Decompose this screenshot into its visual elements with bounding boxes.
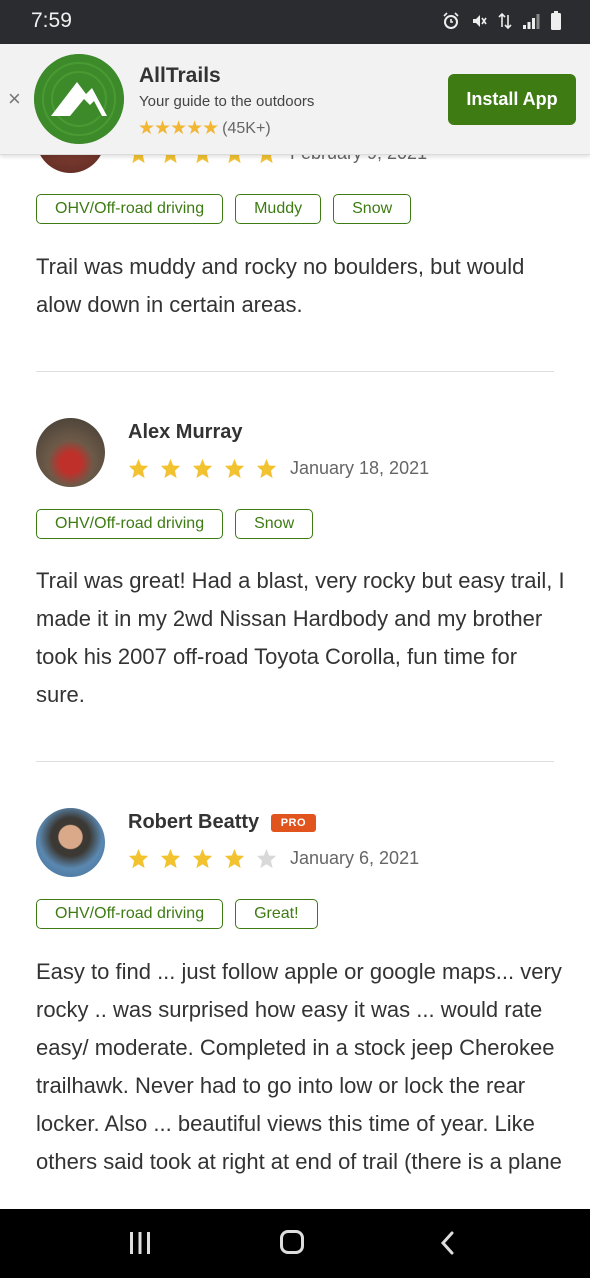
tag-muddy[interactable]: Muddy xyxy=(235,194,322,224)
review-text: Easy to find ... just follow apple or go… xyxy=(36,959,562,1174)
alarm-icon xyxy=(443,12,459,29)
star-icon xyxy=(192,458,213,479)
activity-tags: OHV/Off-road driving Snow xyxy=(36,509,314,539)
rating-count: (45K+) xyxy=(222,119,271,137)
home-icon[interactable] xyxy=(280,1230,304,1254)
pro-badge: PRO xyxy=(270,813,317,832)
recent-apps-icon[interactable] xyxy=(128,1232,152,1254)
review-text: Trail was great! Had a blast, very rocky… xyxy=(36,568,565,707)
review-date: January 18, 2021 xyxy=(290,458,430,478)
battery-icon xyxy=(551,11,561,30)
star-icon xyxy=(256,458,277,479)
app-rating: ★★★★★ (45K+) xyxy=(138,117,271,140)
divider xyxy=(36,371,554,372)
clock: 7:59 xyxy=(31,9,72,32)
tag-ohv[interactable]: OHV/Off-road driving xyxy=(36,899,224,929)
back-icon[interactable] xyxy=(440,1231,454,1255)
status-bar: 7:59 xyxy=(0,0,590,44)
avatar[interactable] xyxy=(36,418,105,487)
tag-ohv[interactable]: OHV/Off-road driving xyxy=(36,194,224,224)
tag-ohv[interactable]: OHV/Off-road driving xyxy=(36,509,224,539)
system-navigation-bar xyxy=(0,1209,590,1278)
app-name: AllTrails xyxy=(139,64,221,87)
reviewer-name[interactable]: Robert Beatty PRO xyxy=(128,811,317,834)
tag-great[interactable]: Great! xyxy=(235,899,318,929)
rating-stars-icon: ★★★★★ xyxy=(138,118,219,139)
alltrails-logo xyxy=(34,54,124,144)
star-icon xyxy=(192,848,213,869)
tag-snow[interactable]: Snow xyxy=(333,194,412,224)
reviews-scroll-area[interactable]: February 9, 2021 OHV/Off-road driving Mu… xyxy=(0,0,590,1278)
review-text: Trail was muddy and rocky no boulders, b… xyxy=(36,254,525,317)
app-install-banner: × AllTrails Your guide to the outdoors ★… xyxy=(0,44,590,155)
reviewer-name[interactable]: Alex Murray xyxy=(128,421,243,444)
review-date: January 6, 2021 xyxy=(290,848,420,868)
star-rating: January 6, 2021 xyxy=(128,848,419,869)
activity-tags: OHV/Off-road driving Great! xyxy=(36,899,318,929)
activity-tags: OHV/Off-road driving Muddy Snow xyxy=(36,194,412,224)
close-icon[interactable]: × xyxy=(8,88,21,110)
star-rating: January 18, 2021 xyxy=(128,458,429,479)
data-arrows-icon xyxy=(498,12,512,30)
app-tagline: Your guide to the outdoors xyxy=(139,93,315,110)
mute-icon xyxy=(473,15,487,27)
star-icon xyxy=(128,848,149,869)
signal-icon xyxy=(523,14,540,29)
star-icon xyxy=(160,458,181,479)
star-icon xyxy=(224,848,245,869)
star-empty-icon xyxy=(256,848,277,869)
tag-snow[interactable]: Snow xyxy=(235,509,314,539)
avatar[interactable] xyxy=(36,808,105,877)
reviewer-name-text: Robert Beatty xyxy=(128,811,260,833)
star-icon xyxy=(224,458,245,479)
status-icons xyxy=(442,11,562,31)
star-icon xyxy=(128,458,149,479)
divider xyxy=(36,761,554,762)
install-app-button[interactable]: Install App xyxy=(448,74,576,125)
star-icon xyxy=(160,848,181,869)
